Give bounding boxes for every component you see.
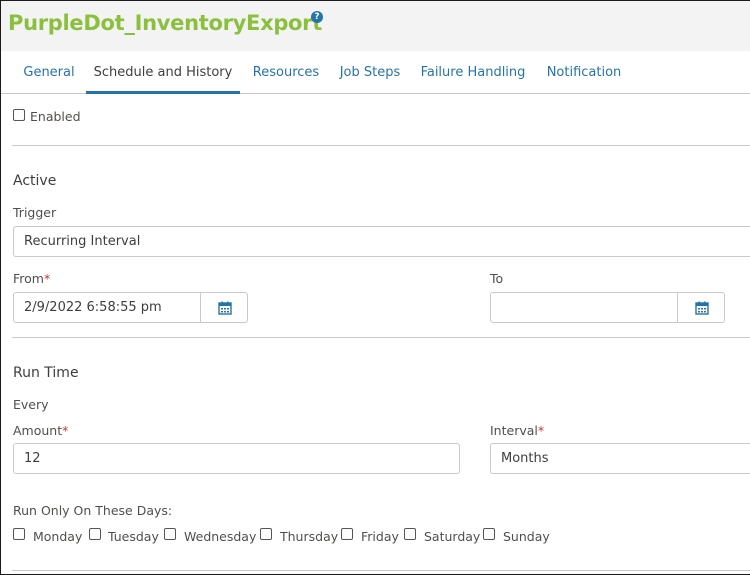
divider (12, 337, 750, 338)
run-days-label: Run Only On These Days: (13, 503, 173, 518)
friday-checkbox[interactable] (341, 528, 353, 540)
tab-job-steps[interactable]: Job Steps (334, 51, 406, 94)
to-date-input[interactable] (490, 292, 678, 323)
trigger-select[interactable]: Recurring Interval (13, 226, 750, 257)
tuesday-label: Tuesday (108, 529, 159, 544)
monday-label: Monday (33, 529, 83, 544)
from-calendar-button[interactable] (200, 292, 248, 323)
enabled-label: Enabled (30, 109, 81, 124)
divider (12, 570, 750, 571)
calendar-icon (695, 301, 709, 315)
page-header: PurpleDot_InventoryExport ? (1, 1, 750, 51)
to-calendar-button[interactable] (677, 292, 725, 323)
calendar-icon (218, 301, 232, 315)
amount-input[interactable]: 12 (13, 443, 460, 474)
tab-bar: General Schedule and History Resources J… (1, 51, 750, 94)
trigger-label: Trigger (13, 205, 57, 220)
monday-checkbox[interactable] (13, 528, 25, 540)
run-time-heading: Run Time (13, 365, 79, 381)
every-label: Every (13, 397, 49, 412)
from-date-input[interactable]: 2/9/2022 6:58:55 pm (13, 292, 201, 323)
tab-notification[interactable]: Notification (541, 51, 627, 94)
tab-failure-handling[interactable]: Failure Handling (417, 51, 529, 94)
required-mark: * (43, 271, 51, 286)
required-mark: * (537, 423, 545, 438)
thursday-label: Thursday (280, 529, 339, 544)
thursday-checkbox[interactable] (260, 528, 272, 540)
tuesday-checkbox[interactable] (89, 528, 101, 540)
sunday-label: Sunday (503, 529, 550, 544)
interval-label: Interval* (490, 423, 545, 438)
required-mark: * (62, 423, 69, 438)
from-label: From* (13, 271, 51, 286)
to-label: To (490, 271, 504, 286)
active-heading: Active (13, 173, 57, 189)
saturday-label: Saturday (424, 529, 481, 544)
tab-schedule-and-history[interactable]: Schedule and History (86, 51, 240, 94)
saturday-checkbox[interactable] (404, 528, 416, 540)
interval-select[interactable]: Months (490, 443, 750, 474)
help-icon[interactable]: ? (311, 11, 323, 23)
tab-resources[interactable]: Resources (247, 51, 325, 94)
divider (12, 145, 750, 146)
enabled-checkbox[interactable] (13, 109, 25, 121)
sunday-checkbox[interactable] (483, 528, 495, 540)
tab-general[interactable]: General (13, 51, 85, 94)
amount-label: Amount* (13, 423, 69, 438)
wednesday-checkbox[interactable] (164, 528, 176, 540)
page-title: PurpleDot_InventoryExport (8, 11, 322, 35)
friday-label: Friday (361, 529, 399, 544)
wednesday-label: Wednesday (184, 529, 257, 544)
